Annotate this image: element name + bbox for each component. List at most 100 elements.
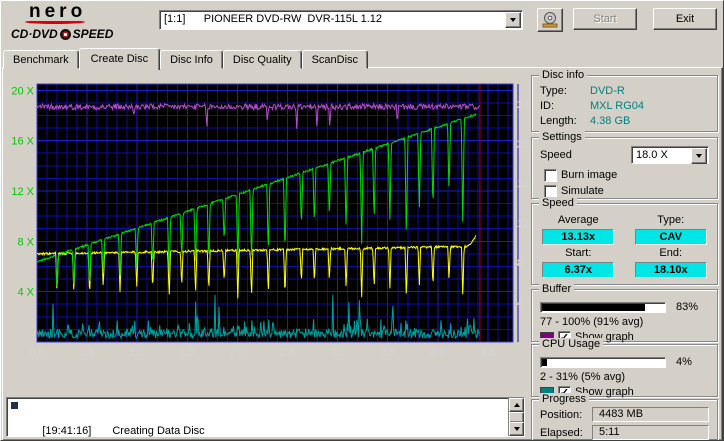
right-axis-label: 20 — [517, 139, 529, 151]
average-label: Average — [557, 214, 599, 226]
tab-label: Create Disc — [90, 53, 149, 65]
average-speed-value: 13.13x — [542, 229, 615, 245]
drive-selector[interactable]: [1:1] PIONEER DVD-RW DVR-115L 1.12 — [159, 10, 523, 30]
eject-button[interactable] — [537, 8, 563, 32]
x-axis-label: 0.0 — [29, 347, 44, 359]
progress-group: Progress Position: 4483 MB Elapsed: 5:11 — [531, 393, 718, 440]
left-axis-label: 20 X — [11, 85, 34, 97]
start-speed-value: 6.37x — [542, 262, 615, 278]
disc-length-value: 4.38 GB — [590, 115, 631, 127]
tab-label: Disc Quality — [232, 54, 292, 66]
right-axis-label: 24 — [517, 99, 529, 111]
disc-info-title: Disc info — [539, 69, 588, 82]
right-axis-label: 16 — [517, 178, 529, 190]
x-axis-label: 3.0 — [330, 347, 345, 359]
buffer-range: 77 - 100% (91% avg) — [540, 316, 644, 328]
arrow-up-icon — [513, 403, 520, 407]
x-axis-label: 3.5 — [380, 347, 395, 359]
scroll-down-button[interactable] — [509, 422, 524, 436]
start-speed-label: Start: — [565, 247, 592, 259]
tab-create-disc[interactable]: Create Disc — [78, 48, 161, 70]
logo-speed-text: SPEED — [72, 27, 114, 41]
disc-length-label: Length: — [540, 115, 577, 127]
chevron-down-icon — [510, 18, 516, 22]
burn-image-checkbox[interactable] — [544, 169, 557, 182]
cpu-bar-fill — [542, 358, 547, 366]
log-entry: [19:41:16] Creating Data Disc — [7, 398, 524, 440]
buffer-bar-fill — [542, 303, 645, 311]
log-time: [19:41:16] — [42, 425, 92, 437]
log-entry-icon — [11, 402, 18, 409]
speed-group: Speed Average Type: 13.13x CAV Start: En… — [531, 197, 718, 285]
tab-disc-quality[interactable]: Disc Quality — [222, 50, 302, 69]
tab-label: Disc Info — [170, 54, 213, 66]
buffer-bar — [540, 301, 666, 313]
x-axis-label: 0.5 — [79, 347, 94, 359]
cpu-percent: 4% — [676, 356, 692, 368]
left-axis-label: 4 X — [17, 287, 34, 299]
scroll-up-button[interactable] — [509, 398, 524, 412]
logo-cd-dvd-text: CD·DVD — [11, 27, 58, 41]
end-speed-label: End: — [659, 247, 683, 259]
end-speed-value: 18.10x — [634, 262, 707, 278]
left-axis-label: 8 X — [17, 236, 34, 248]
tab-disc-info[interactable]: Disc Info — [160, 50, 223, 69]
speed-select-dropdown-button[interactable] — [691, 148, 707, 164]
buffer-title: Buffer — [539, 283, 575, 296]
speed-select[interactable]: 18.0 X — [631, 146, 709, 164]
cpu-title: CPU Usage — [539, 338, 604, 351]
start-button[interactable]: Start — [573, 8, 637, 30]
speed-type-value: CAV — [634, 229, 707, 245]
right-axis-label: 4 — [517, 297, 523, 309]
tab-benchmark[interactable]: Benchmark — [3, 50, 79, 69]
speed-group-title: Speed — [539, 197, 577, 210]
progress-title: Progress — [539, 393, 590, 406]
buffer-group: Buffer 83% 77 - 100% (91% avg) ✓ Show gr… — [531, 283, 718, 344]
disc-icon — [59, 28, 71, 40]
exit-button-label: Exit — [675, 13, 695, 25]
settings-group: Settings Speed 18.0 X Burn image Simulat… — [531, 131, 718, 199]
position-value: 4483 MB — [592, 407, 709, 422]
event-log: [19:41:16]Creating Data Disc [19:46:27]S… — [6, 397, 525, 437]
x-axis-label: 1.0 — [130, 347, 145, 359]
x-axis-label: 4.0 — [430, 347, 445, 359]
tab-bar: Benchmark Create Disc Disc Info Disc Qua… — [3, 47, 369, 70]
type-label: Type: — [657, 214, 685, 226]
eject-disc-icon — [542, 12, 558, 28]
tab-label: ScanDisc — [311, 54, 359, 66]
plot-background — [37, 84, 513, 342]
app-subtitle: CD·DVD SPEED — [11, 27, 161, 41]
disc-info-group: Disc info Type: DVD-R ID: MXL RG04 Length:… — [531, 69, 718, 132]
log-scrollbar[interactable] — [508, 398, 524, 436]
drive-selector-value: [1:1] PIONEER DVD-RW DVR-115L 1.12 — [164, 13, 383, 25]
cpu-bar — [540, 356, 666, 368]
x-axis-label: 2.5 — [280, 347, 295, 359]
cpu-group: CPU Usage 4% 2 - 31% (5% avg) ✓ Show gra… — [531, 338, 718, 399]
x-axis-label: 4.5 — [480, 347, 495, 359]
position-label: Position: — [540, 408, 583, 421]
right-axis-label: 8 — [517, 258, 523, 270]
start-button-label: Start — [593, 13, 617, 25]
right-axis-label: 12 — [517, 218, 529, 230]
x-axis-label: 2.0 — [230, 347, 245, 359]
app-logo: nero CD·DVD SPEED — [11, 2, 161, 43]
drive-selector-dropdown-button[interactable] — [505, 12, 521, 28]
tab-label: Benchmark — [13, 54, 69, 66]
burn-image-label: Burn image — [561, 169, 618, 181]
x-axis-label: 1.5 — [180, 347, 195, 359]
cpu-range: 2 - 31% (5% avg) — [540, 371, 625, 383]
app-window: nero CD·DVD SPEED [1:1] PIONEER DVD-RW D… — [0, 0, 724, 441]
buffer-percent: 83% — [676, 301, 699, 313]
log-text: Creating Data Disc — [112, 425, 205, 437]
chevron-down-icon — [696, 154, 702, 158]
tab-scandisc[interactable]: ScanDisc — [301, 50, 369, 69]
elapsed-value: 5:11 — [592, 425, 709, 440]
left-axis-label: 12 X — [11, 186, 34, 198]
elapsed-label: Elapsed: — [540, 426, 583, 439]
disc-id-value: MXL RG04 — [590, 100, 645, 112]
settings-title: Settings — [539, 131, 585, 144]
speed-select-value: 18.0 X — [636, 149, 668, 161]
exit-button[interactable]: Exit — [653, 8, 717, 30]
disc-type-value: DVD-R — [590, 85, 625, 97]
burn-graph: 20 X 16 X 12 X 8 X 4 X 24 20 16 12 8 4 0.0 0.5 1.0 1.5… — [11, 83, 529, 359]
